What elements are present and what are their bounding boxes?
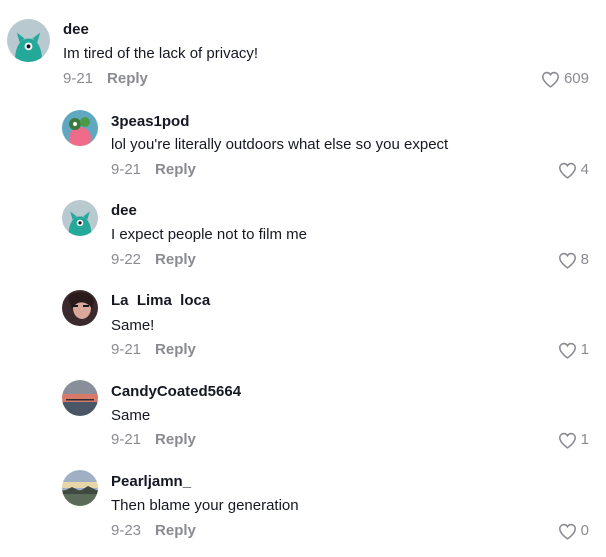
comment-date: 9-21 [111, 161, 142, 178]
comment-meta: 9-21 Reply [63, 70, 148, 88]
reply-button[interactable]: Reply [155, 431, 196, 448]
like-count: 0 [580, 522, 589, 539]
like-count: 1 [580, 341, 589, 358]
comment-date: 9-21 [63, 70, 94, 87]
username[interactable]: Pearljamn_ [111, 473, 191, 491]
reply-button[interactable]: Reply [155, 251, 196, 268]
reply-button[interactable]: Reply [107, 70, 148, 87]
comment-text: Same [111, 407, 151, 424]
heart-icon [558, 342, 576, 359]
avatar[interactable] [62, 290, 98, 326]
heart-icon [558, 432, 576, 449]
reply-button[interactable]: Reply [155, 341, 196, 358]
cartoon-avatar-icon [62, 110, 98, 146]
like-button[interactable]: 0 [558, 522, 589, 540]
heart-icon [558, 162, 576, 179]
reply-button[interactable]: Reply [155, 161, 196, 178]
comment-date: 9-23 [111, 522, 142, 539]
username[interactable]: dee [111, 202, 137, 220]
avatar[interactable] [62, 110, 98, 146]
landscape-avatar-icon [62, 470, 98, 506]
username[interactable]: La Lima loca [111, 292, 210, 310]
comment: dee Im tired of the lack of privacy! 9-2… [0, 0, 606, 100]
teal-creature-avatar-icon [62, 200, 98, 236]
sunset-avatar-icon [62, 380, 98, 416]
comment-meta: 9-21 Reply [111, 161, 196, 179]
username[interactable]: dee [63, 21, 89, 39]
like-count: 1 [580, 431, 589, 448]
like-button[interactable]: 609 [541, 70, 589, 88]
like-button[interactable]: 1 [558, 341, 589, 359]
comment-date: 9-22 [111, 251, 142, 268]
avatar[interactable] [7, 19, 50, 62]
like-count: 4 [580, 161, 589, 178]
reply-button[interactable]: Reply [155, 522, 196, 539]
heart-icon [558, 252, 576, 269]
teal-creature-avatar-icon [7, 19, 50, 62]
comment-reply: Pearljamn_ Then blame your generation 9-… [0, 460, 606, 557]
comment-text: Same! [111, 317, 155, 334]
like-button[interactable]: 1 [558, 431, 589, 449]
comment-reply: CandyCoated5664 Same 9-21 Reply 1 [0, 370, 606, 460]
comment-meta: 9-23 Reply [111, 522, 196, 540]
comment-text: I expect people not to film me [111, 226, 307, 243]
like-button[interactable]: 4 [558, 161, 589, 179]
comment-meta: 9-22 Reply [111, 251, 196, 269]
avatar[interactable] [62, 200, 98, 236]
comment-meta: 9-21 Reply [111, 341, 196, 359]
comment-reply: La Lima loca Same! 9-21 Reply 1 [0, 280, 606, 370]
heart-icon [558, 523, 576, 540]
username[interactable]: CandyCoated5664 [111, 383, 241, 401]
avatar[interactable] [62, 380, 98, 416]
avatar[interactable] [62, 470, 98, 506]
like-count: 8 [580, 251, 589, 268]
like-button[interactable]: 8 [558, 251, 589, 269]
comment-date: 9-21 [111, 431, 142, 448]
comment-text: Im tired of the lack of privacy! [63, 45, 259, 62]
username[interactable]: 3peas1pod [111, 113, 189, 131]
comment-text: lol you're literally outdoors what else … [111, 136, 449, 153]
comment-reply: dee I expect people not to film me 9-22 R… [0, 190, 606, 280]
heart-icon [541, 71, 559, 88]
photo-avatar-icon [62, 290, 98, 326]
like-count: 609 [563, 70, 589, 87]
comment-date: 9-21 [111, 341, 142, 358]
comment-meta: 9-21 Reply [111, 431, 196, 449]
comment-reply: 3peas1pod lol you're literally outdoors … [0, 100, 606, 190]
comment-text: Then blame your generation [111, 497, 299, 514]
